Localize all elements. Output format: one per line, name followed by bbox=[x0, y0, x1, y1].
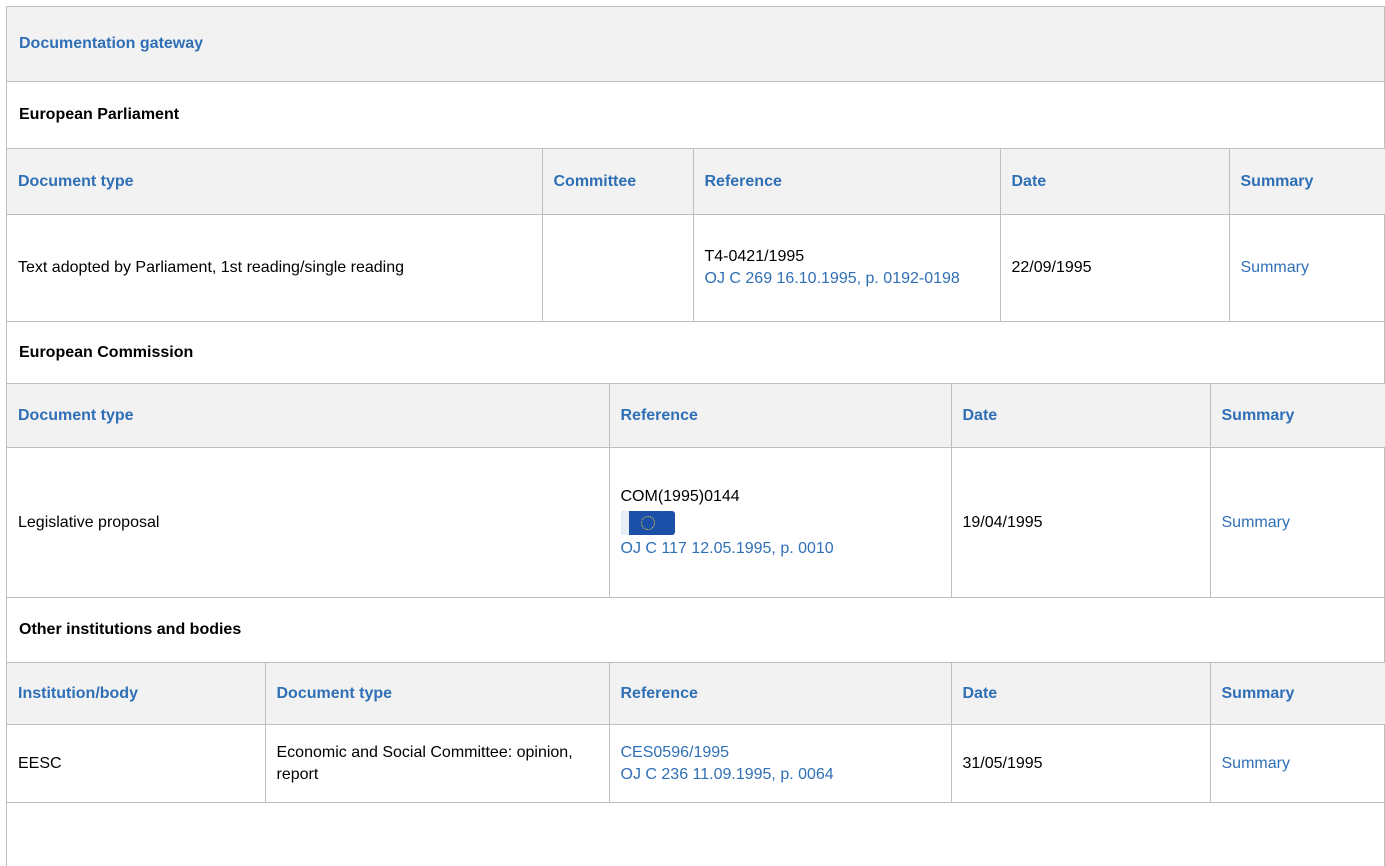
reference-link[interactable]: CES0596/1995 bbox=[621, 744, 730, 761]
committee-cell bbox=[541, 214, 694, 322]
eu-flag-icon[interactable] bbox=[620, 510, 675, 535]
column-header-date[interactable]: Date bbox=[950, 383, 1211, 448]
document-type-cell: Economic and Social Committee: opinion, … bbox=[264, 724, 610, 803]
institution-cell: EESC bbox=[7, 724, 266, 803]
column-header-date[interactable]: Date bbox=[950, 662, 1211, 725]
commission-table: Document type Reference Date Summary Leg… bbox=[7, 383, 1385, 598]
reference-number: T4-0421/1995 bbox=[704, 248, 805, 265]
column-header-document-type[interactable]: Document type bbox=[7, 383, 610, 448]
summary-link[interactable]: Summary bbox=[1222, 514, 1290, 531]
column-header-document-type[interactable]: Document type bbox=[7, 148, 543, 215]
column-header-reference[interactable]: Reference bbox=[608, 662, 952, 725]
reference-cell: CES0596/1995 OJ C 236 11.09.1995, p. 006… bbox=[608, 724, 952, 803]
column-header-reference[interactable]: Reference bbox=[608, 383, 952, 448]
column-header-summary[interactable]: Summary bbox=[1209, 662, 1385, 725]
parliament-table: Document type Committee Reference Date S… bbox=[7, 148, 1385, 322]
table-header-row: Institution/body Document type Reference… bbox=[7, 662, 1385, 725]
column-header-summary[interactable]: Summary bbox=[1228, 148, 1385, 215]
date-cell: 22/09/1995 bbox=[999, 214, 1230, 322]
oj-link[interactable]: OJ C 236 11.09.1995, p. 0064 bbox=[621, 766, 834, 783]
other-institutions-table: Institution/body Document type Reference… bbox=[7, 662, 1385, 803]
document-type-cell: Text adopted by Parliament, 1st reading/… bbox=[7, 214, 543, 322]
document-type-cell: Legislative proposal bbox=[7, 447, 610, 598]
column-header-committee[interactable]: Committee bbox=[541, 148, 694, 215]
table-row: Text adopted by Parliament, 1st reading/… bbox=[7, 214, 1385, 322]
section-title-parliament: European Parliament bbox=[19, 106, 180, 123]
date-cell: 19/04/1995 bbox=[950, 447, 1211, 598]
table-header-row: Document type Committee Reference Date S… bbox=[7, 148, 1385, 215]
date-cell: 31/05/1995 bbox=[950, 724, 1211, 803]
column-header-institution[interactable]: Institution/body bbox=[7, 662, 266, 725]
summary-cell: Summary bbox=[1209, 724, 1385, 803]
reference-cell: T4-0421/1995 OJ C 269 16.10.1995, p. 019… bbox=[692, 214, 1001, 322]
oj-link[interactable]: OJ C 117 12.05.1995, p. 0010 bbox=[621, 540, 834, 557]
gateway-header: Documentation gateway bbox=[7, 7, 1384, 82]
summary-link[interactable]: Summary bbox=[1222, 755, 1290, 772]
column-header-reference[interactable]: Reference bbox=[692, 148, 1001, 215]
reference-cell: COM(1995)0144 OJ C 117 12.05.1995, p. 00… bbox=[608, 447, 952, 598]
column-header-date[interactable]: Date bbox=[999, 148, 1230, 215]
oj-link[interactable]: OJ C 269 16.10.1995, p. 0192-0198 bbox=[705, 270, 960, 287]
summary-cell: Summary bbox=[1228, 214, 1385, 322]
reference-number: COM(1995)0144 bbox=[620, 487, 740, 505]
section-title-other-institutions: Other institutions and bodies bbox=[19, 621, 242, 638]
summary-cell: Summary bbox=[1209, 447, 1385, 598]
section-title-commission: European Commission bbox=[19, 343, 194, 361]
documentation-gateway-panel: Documentation gateway European Parliamen… bbox=[6, 6, 1385, 866]
table-row: EESC Economic and Social Committee: opin… bbox=[7, 724, 1385, 803]
column-header-document-type[interactable]: Document type bbox=[264, 662, 610, 725]
column-header-summary[interactable]: Summary bbox=[1209, 383, 1385, 448]
documentation-gateway-link[interactable]: Documentation gateway bbox=[19, 35, 203, 53]
table-row: Legislative proposal COM(1995)0144 OJ C … bbox=[7, 447, 1385, 598]
table-header-row: Document type Reference Date Summary bbox=[7, 383, 1385, 448]
summary-link[interactable]: Summary bbox=[1241, 259, 1309, 276]
